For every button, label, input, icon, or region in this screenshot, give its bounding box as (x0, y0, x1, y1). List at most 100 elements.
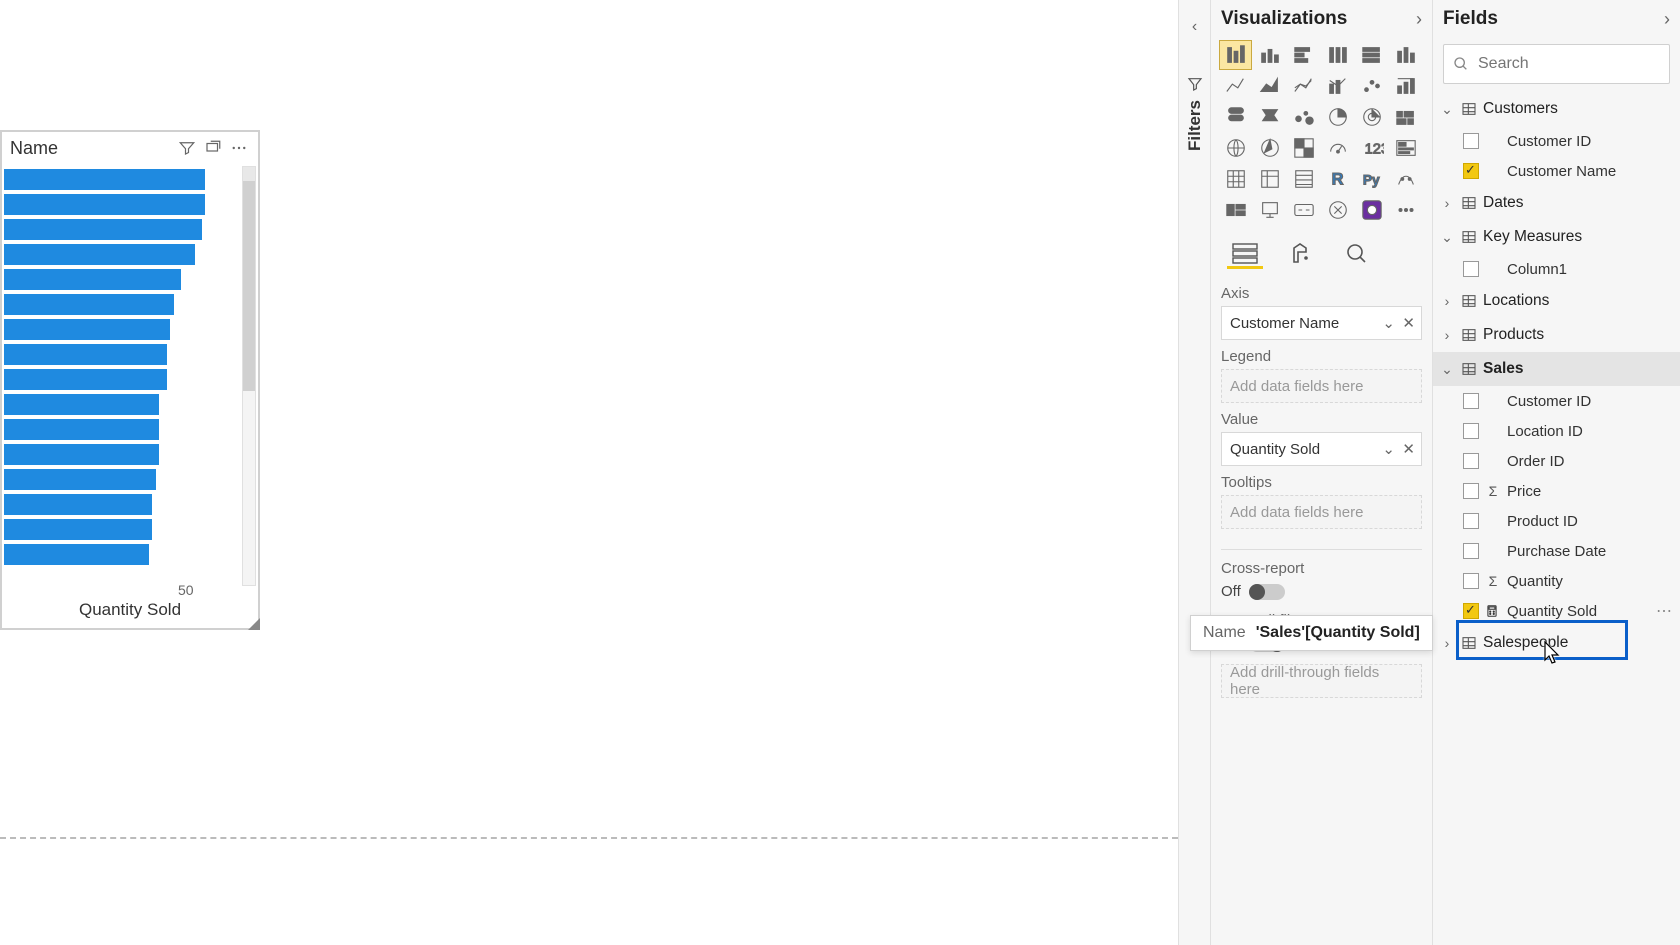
viz-type-5[interactable] (1389, 40, 1422, 70)
table-locations[interactable]: ›Locations (1433, 284, 1680, 318)
viz-type-4[interactable] (1355, 40, 1388, 70)
viz-type-22[interactable]: 123 (1355, 133, 1388, 163)
chevron-down-icon[interactable]: ⌄ (1439, 229, 1455, 246)
field-checkbox[interactable] (1463, 483, 1479, 499)
field-quantity-sold[interactable]: Quantity Sold⋯ (1433, 596, 1680, 626)
field-checkbox[interactable] (1463, 573, 1479, 589)
cross-report-toggle[interactable] (1249, 584, 1285, 600)
format-tab[interactable] (1283, 239, 1319, 269)
viz-type-32[interactable] (1287, 195, 1320, 225)
viz-type-1[interactable] (1253, 40, 1286, 70)
bar[interactable] (4, 269, 181, 290)
viz-type-6[interactable] (1219, 71, 1252, 101)
field-checkbox[interactable] (1463, 133, 1479, 149)
chevron-down-icon[interactable]: ⌄ (1439, 361, 1455, 378)
field-column1[interactable]: Column1⋯ (1433, 254, 1680, 284)
remove-field-icon[interactable]: ✕ (1402, 440, 1415, 458)
viz-type-21[interactable] (1321, 133, 1354, 163)
field-price[interactable]: ΣPrice⋯ (1433, 476, 1680, 506)
field-checkbox[interactable] (1463, 163, 1479, 179)
scroll-up-icon[interactable] (243, 167, 255, 181)
bar-row[interactable] (4, 418, 242, 441)
bar[interactable] (4, 194, 205, 215)
viz-type-33[interactable] (1321, 195, 1354, 225)
table-sales[interactable]: ⌄Sales (1433, 352, 1680, 386)
viz-type-16[interactable] (1355, 102, 1388, 132)
viz-type-34[interactable] (1355, 195, 1388, 225)
viz-type-15[interactable] (1321, 102, 1354, 132)
fields-tab[interactable] (1227, 239, 1263, 269)
viz-type-18[interactable] (1219, 133, 1252, 163)
table-key-measures[interactable]: ⌄Key Measures (1433, 220, 1680, 254)
bar-row[interactable] (4, 368, 242, 391)
tooltips-well[interactable]: Add data fields here (1221, 495, 1422, 529)
viz-type-26[interactable] (1287, 164, 1320, 194)
field-checkbox[interactable] (1463, 453, 1479, 469)
chevron-right-icon[interactable]: › (1439, 293, 1455, 309)
viz-type-0[interactable] (1219, 40, 1252, 70)
field-more-icon[interactable]: ⋯ (1656, 601, 1672, 621)
field-product-id[interactable]: Product ID⋯ (1433, 506, 1680, 536)
scroll-thumb[interactable] (243, 181, 255, 391)
bar[interactable] (4, 494, 152, 515)
bar-row[interactable] (4, 218, 242, 241)
viz-type-27[interactable]: R (1321, 164, 1354, 194)
bar[interactable] (4, 219, 202, 240)
viz-type-25[interactable] (1253, 164, 1286, 194)
field-purchase-date[interactable]: Purchase Date⋯ (1433, 536, 1680, 566)
remove-field-icon[interactable]: ✕ (1402, 314, 1415, 332)
bar[interactable] (4, 369, 167, 390)
viz-type-2[interactable] (1287, 40, 1320, 70)
field-customer-id[interactable]: Customer ID⋯ (1433, 126, 1680, 156)
bar-row[interactable] (4, 293, 242, 316)
bar-row[interactable] (4, 318, 242, 341)
bar[interactable] (4, 519, 152, 540)
chevron-right-icon[interactable]: › (1439, 635, 1455, 651)
legend-well[interactable]: Add data fields here (1221, 369, 1422, 403)
chevron-down-icon[interactable]: ⌄ (1382, 314, 1395, 332)
bar[interactable] (4, 319, 170, 340)
viz-type-13[interactable] (1253, 102, 1286, 132)
viz-type-3[interactable] (1321, 40, 1354, 70)
bar[interactable] (4, 444, 159, 465)
filter-icon[interactable] (174, 135, 200, 161)
table-products[interactable]: ›Products (1433, 318, 1680, 352)
report-canvas[interactable]: Name 50 Quantity Sold (0, 0, 1178, 945)
viz-type-23[interactable] (1389, 133, 1422, 163)
viz-type-8[interactable] (1287, 71, 1320, 101)
viz-type-12[interactable] (1219, 102, 1252, 132)
viz-type-20[interactable] (1287, 133, 1320, 163)
bar[interactable] (4, 244, 195, 265)
bar-row[interactable] (4, 193, 242, 216)
bar-row[interactable] (4, 493, 242, 516)
bar-row[interactable] (4, 468, 242, 491)
drillthrough-well[interactable]: Add drill-through fields here (1221, 664, 1422, 698)
field-customer-name[interactable]: Customer Name⋯ (1433, 156, 1680, 186)
chevron-right-icon[interactable]: › (1439, 195, 1455, 211)
field-checkbox[interactable] (1463, 423, 1479, 439)
bar-row[interactable] (4, 393, 242, 416)
collapse-fields-icon[interactable]: › (1664, 9, 1670, 30)
chevron-right-icon[interactable]: › (1439, 327, 1455, 343)
viz-type-35[interactable] (1389, 195, 1422, 225)
viz-type-7[interactable] (1253, 71, 1286, 101)
viz-type-9[interactable] (1321, 71, 1354, 101)
bar-row[interactable] (4, 443, 242, 466)
viz-type-29[interactable] (1389, 164, 1422, 194)
viz-type-17[interactable] (1389, 102, 1422, 132)
bar[interactable] (4, 469, 156, 490)
viz-type-14[interactable] (1287, 102, 1320, 132)
filters-pane-collapsed[interactable]: ‹ Filters (1178, 0, 1210, 945)
bar[interactable] (4, 344, 167, 365)
chevron-down-icon[interactable]: ⌄ (1382, 440, 1395, 458)
table-customers[interactable]: ⌄Customers (1433, 92, 1680, 126)
bar-row[interactable] (4, 543, 242, 566)
chart-scrollbar[interactable] (242, 166, 256, 586)
field-order-id[interactable]: Order ID⋯ (1433, 446, 1680, 476)
bar[interactable] (4, 544, 149, 565)
viz-type-24[interactable] (1219, 164, 1252, 194)
viz-type-11[interactable] (1389, 71, 1422, 101)
bar[interactable] (4, 419, 159, 440)
field-checkbox[interactable] (1463, 393, 1479, 409)
bar-chart-visual[interactable]: Name 50 Quantity Sold (0, 130, 260, 630)
